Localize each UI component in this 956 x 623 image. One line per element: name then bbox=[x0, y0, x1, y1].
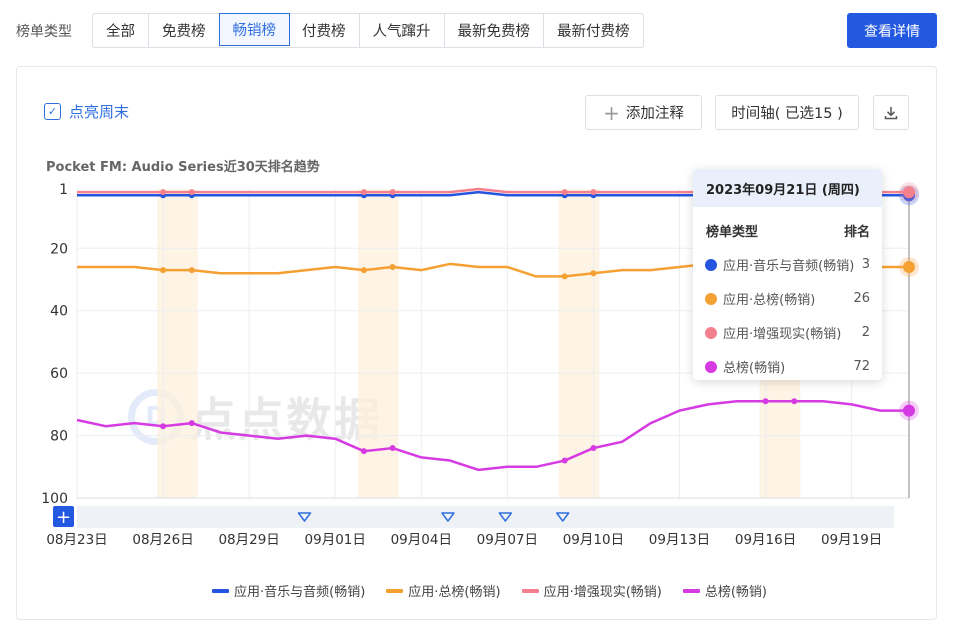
legend-item[interactable]: 应用·音乐与音频(畅销) bbox=[212, 581, 365, 600]
weekend-point bbox=[188, 420, 195, 427]
tooltip-row: 应用·音乐与音频(畅销) 3 bbox=[693, 255, 882, 274]
tooltip-row-name: 应用·增强现实(畅销) bbox=[723, 327, 842, 342]
x-tick-label: 09月13日 bbox=[649, 532, 710, 548]
x-tick-label: 08月23日 bbox=[46, 532, 107, 548]
hover-point bbox=[903, 186, 915, 199]
tooltip-col-rank: 排名 bbox=[843, 225, 870, 240]
legend-label: 应用·增强现实(畅销) bbox=[543, 585, 662, 600]
chart-tooltip: 2023年09月21日 (周四) 榜单类型 排名 应用·音乐与音频(畅销) 3 … bbox=[693, 169, 882, 380]
y-tick-label: 1 bbox=[59, 182, 68, 198]
x-tick-label: 08月26日 bbox=[132, 532, 193, 548]
tooltip-date: 2023年09月21日 (周四) bbox=[693, 169, 882, 207]
series-dot-icon bbox=[705, 258, 717, 271]
y-tick-label: 60 bbox=[50, 366, 68, 382]
weekend-point bbox=[762, 398, 769, 405]
legend-label: 应用·音乐与音频(畅销) bbox=[234, 585, 366, 600]
weekend-point bbox=[561, 273, 568, 280]
weekend-point bbox=[590, 445, 597, 452]
weekend-point bbox=[188, 189, 195, 196]
tooltip-row-rank: 72 bbox=[853, 359, 870, 374]
series-dot-icon bbox=[705, 292, 717, 305]
legend-swatch bbox=[682, 588, 700, 593]
weekend-point bbox=[590, 189, 597, 196]
series-dot-icon bbox=[705, 360, 717, 373]
x-tick-label: 08月29日 bbox=[218, 532, 279, 548]
x-tick-label: 09月19日 bbox=[821, 532, 882, 548]
weekend-point bbox=[389, 445, 396, 452]
tooltip-row: 应用·增强现实(畅销) 2 bbox=[693, 323, 882, 342]
legend-item[interactable]: 总榜(畅销) bbox=[682, 581, 767, 600]
x-tick-label: 09月04日 bbox=[391, 532, 452, 548]
tooltip-row-rank: 2 bbox=[861, 325, 870, 340]
weekend-point bbox=[791, 398, 798, 405]
tooltip-row-rank: 26 bbox=[853, 291, 870, 306]
weekend-point bbox=[160, 267, 167, 274]
legend-item[interactable]: 应用·总榜(畅销) bbox=[386, 581, 501, 600]
weekend-point bbox=[561, 189, 568, 196]
tooltip-col-type: 榜单类型 bbox=[706, 225, 759, 240]
legend-swatch bbox=[521, 588, 539, 593]
hover-point bbox=[903, 261, 915, 274]
weekend-point bbox=[360, 448, 367, 455]
tooltip-row: 总榜(畅销) 72 bbox=[693, 357, 882, 376]
x-tick-label: 09月16日 bbox=[735, 532, 796, 548]
weekend-point bbox=[590, 270, 597, 277]
weekend-point bbox=[360, 189, 367, 196]
plus-icon: + bbox=[56, 507, 71, 528]
legend-swatch bbox=[386, 588, 404, 593]
annotation-strip bbox=[77, 506, 894, 528]
legend-swatch bbox=[212, 588, 229, 593]
series-dot-icon bbox=[705, 326, 717, 339]
weekend-point bbox=[188, 267, 195, 274]
chart-legend: 应用·音乐与音频(畅销) 应用·总榜(畅销) 应用·增强现实(畅销) 总榜(畅销… bbox=[212, 581, 788, 600]
x-tick-label: 09月01日 bbox=[305, 532, 366, 548]
legend-label: 总榜(畅销) bbox=[704, 585, 767, 600]
hover-point bbox=[903, 404, 915, 417]
tooltip-row-name: 应用·音乐与音频(畅销) bbox=[723, 259, 855, 274]
weekend-point bbox=[389, 264, 396, 271]
tab-grossing[interactable]: 畅销榜 bbox=[218, 13, 290, 46]
y-tick-label: 20 bbox=[50, 241, 68, 257]
tooltip-row-name: 应用·总榜(畅销) bbox=[723, 293, 816, 308]
legend-label: 应用·总榜(畅销) bbox=[408, 585, 501, 600]
y-tick-label: 40 bbox=[50, 304, 68, 320]
weekend-point bbox=[360, 267, 367, 274]
weekend-point bbox=[561, 457, 568, 464]
x-tick-label: 09月10日 bbox=[563, 532, 624, 548]
tooltip-row-name: 总榜(畅销) bbox=[723, 361, 786, 376]
y-tick-label: 100 bbox=[41, 491, 68, 507]
weekend-point bbox=[160, 189, 167, 196]
weekend-point bbox=[389, 189, 396, 196]
legend-item[interactable]: 应用·增强现实(畅销) bbox=[521, 581, 662, 600]
x-tick-label: 09月07日 bbox=[477, 532, 538, 548]
weekend-point bbox=[160, 423, 167, 430]
tooltip-header: 榜单类型 排名 bbox=[693, 221, 882, 240]
tooltip-row-rank: 3 bbox=[861, 257, 870, 272]
tooltip-row: 应用·总榜(畅销) 26 bbox=[693, 289, 882, 308]
y-tick-label: 80 bbox=[50, 429, 68, 445]
